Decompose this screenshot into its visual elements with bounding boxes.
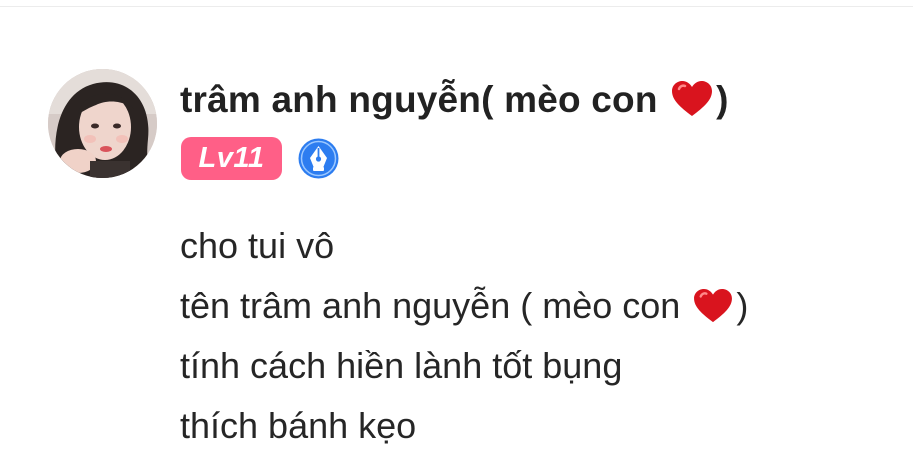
avatar[interactable] (48, 69, 157, 178)
username-text: trâm anh nguyễn( mèo con (180, 79, 658, 120)
comment-line: cho tui vô (180, 216, 748, 276)
comment-line-text: thích bánh kẹo (180, 405, 417, 446)
comment-line-suffix: ) (736, 285, 749, 326)
heart-icon (670, 80, 714, 130)
comment-item: trâm anh nguyễn( mèo con ) Lv11 cho tui … (0, 0, 913, 474)
comment-body: cho tui vô tên trâm anh nguyễn ( mèo con… (180, 216, 748, 456)
pen-nib-badge-icon[interactable] (297, 137, 340, 180)
heart-icon (692, 282, 734, 342)
comment-line-text: cho tui vô (180, 225, 335, 266)
comment-line-text: tính cách hiền lành tốt bụng (180, 345, 623, 386)
comment-line: tên trâm anh nguyễn ( mèo con ) (180, 276, 748, 336)
username-suffix: ) (716, 79, 729, 120)
avatar-photo (48, 69, 157, 178)
comment-line: tính cách hiền lành tốt bụng (180, 336, 748, 396)
comment-line: thích bánh kẹo (180, 396, 748, 456)
level-badge: Lv11 (181, 137, 282, 180)
username[interactable]: trâm anh nguyễn( mèo con ) (180, 76, 729, 130)
comment-line-text: tên trâm anh nguyễn ( mèo con (180, 285, 681, 326)
